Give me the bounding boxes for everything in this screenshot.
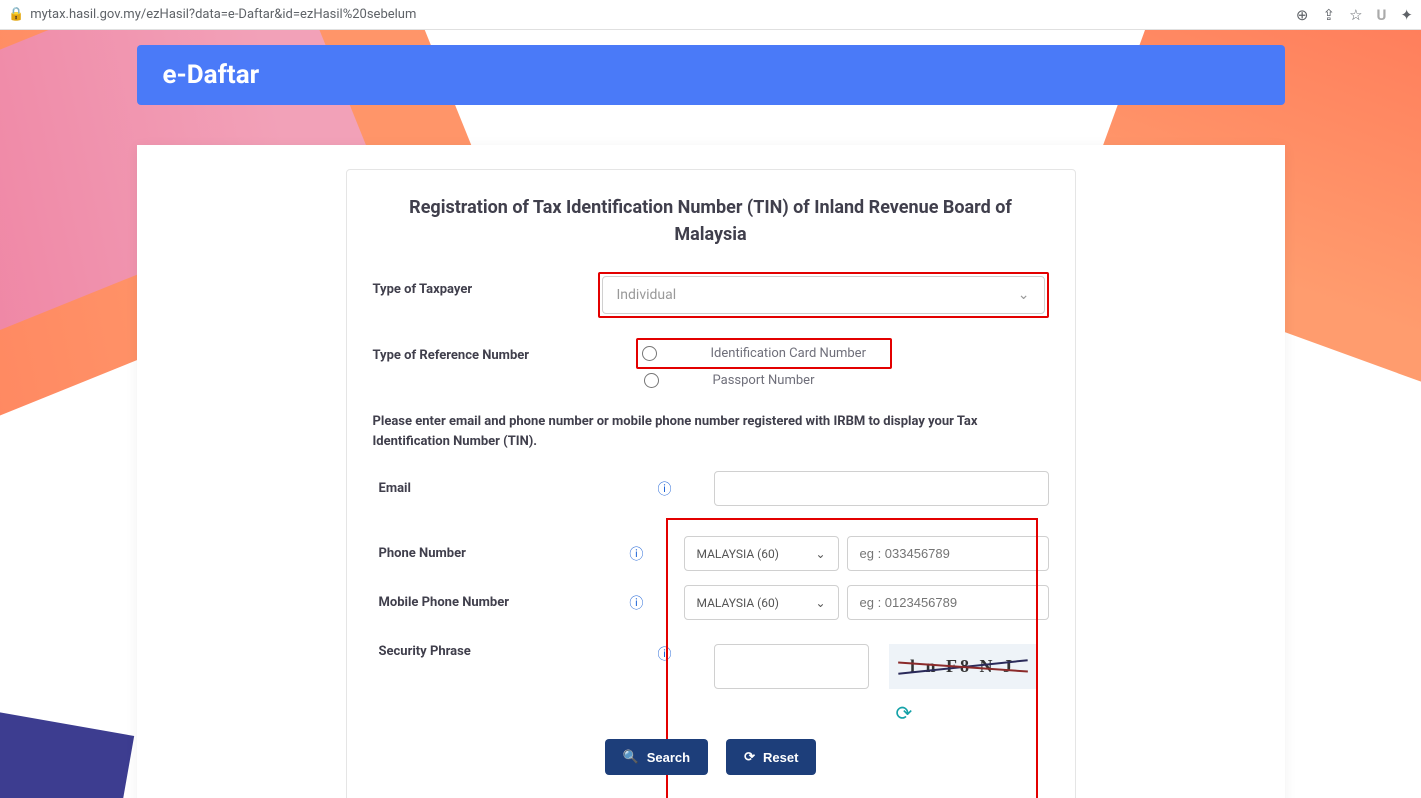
highlight-annotation: Identification Card Number — [636, 338, 892, 369]
mobile-label: Mobile Phone Number — [373, 595, 630, 610]
taxpayer-type-label: Type of Taxpayer — [373, 272, 598, 297]
share-icon[interactable]: ⇪ — [1323, 6, 1336, 24]
passport-radio[interactable] — [644, 373, 659, 388]
security-phrase-input[interactable] — [714, 644, 869, 689]
phone-input[interactable] — [847, 536, 1049, 571]
taxpayer-type-selected: Individual — [617, 287, 677, 303]
info-icon[interactable]: ⓘ — [629, 593, 645, 613]
security-label: Security Phrase — [373, 644, 658, 659]
passport-radio-label: Passport Number — [673, 373, 815, 388]
highlight-annotation: Individual ⌄ — [598, 272, 1049, 318]
email-input[interactable] — [714, 471, 1049, 506]
extensions-icon[interactable]: ✦ — [1400, 6, 1413, 24]
info-icon[interactable]: ⓘ — [629, 544, 645, 564]
search-button[interactable]: 🔍 Search — [605, 739, 709, 775]
form-heading: Registration of Tax Identification Numbe… — [373, 194, 1049, 248]
reference-type-label: Type of Reference Number — [373, 338, 598, 363]
form-hint-text: Please enter email and phone number or m… — [373, 412, 1049, 451]
form-panel: Registration of Tax Identification Numbe… — [346, 169, 1076, 798]
info-icon[interactable]: ⓘ — [658, 479, 676, 499]
bg-decoration — [0, 663, 134, 798]
browser-address-bar: 🔒 mytax.hasil.gov.my/ezHasil?data=e-Daft… — [0, 0, 1421, 30]
phone-country-select[interactable]: MALAYSIA (60) ⌄ — [684, 536, 839, 571]
zoom-icon[interactable]: ⊕ — [1296, 6, 1309, 24]
lock-icon: 🔒 — [8, 7, 24, 22]
id-card-radio-label: Identification Card Number — [671, 346, 866, 361]
chevron-down-icon: ⌄ — [1018, 287, 1030, 303]
search-icon: 🔍 — [623, 749, 639, 765]
id-card-radio[interactable] — [642, 346, 657, 361]
page-title: e-Daftar — [163, 60, 260, 90]
refresh-icon: ⟳ — [744, 749, 755, 765]
reset-button[interactable]: ⟳ Reset — [726, 739, 816, 775]
mobile-country-select[interactable]: MALAYSIA (60) ⌄ — [684, 585, 839, 620]
page-url: mytax.hasil.gov.my/ezHasil?data=e-Daftar… — [30, 7, 1296, 22]
page-title-banner: e-Daftar — [137, 45, 1285, 105]
profile-icon[interactable]: U — [1377, 6, 1387, 24]
taxpayer-type-select[interactable]: Individual ⌄ — [602, 276, 1045, 314]
star-icon[interactable]: ☆ — [1349, 6, 1362, 24]
chevron-down-icon: ⌄ — [815, 596, 825, 610]
mobile-input[interactable] — [847, 585, 1049, 620]
chevron-down-icon: ⌄ — [815, 547, 825, 561]
phone-label: Phone Number — [373, 546, 630, 561]
captcha-image: l n F8 N J — [889, 644, 1037, 689]
info-icon[interactable]: ⓘ — [658, 644, 676, 664]
email-label: Email — [373, 481, 658, 496]
refresh-captcha-icon[interactable]: ⟳ — [896, 701, 913, 725]
main-card: Registration of Tax Identification Numbe… — [137, 145, 1285, 798]
